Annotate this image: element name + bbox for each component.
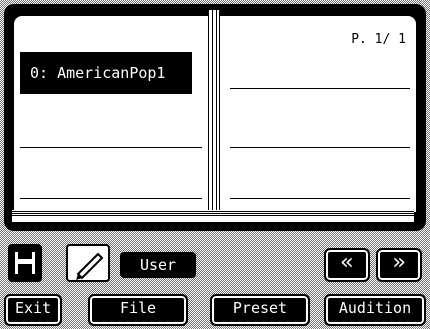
exit-button[interactable]: Exit [4,294,62,326]
divider [20,147,202,148]
book-spine [208,10,220,222]
audition-button[interactable]: Audition [324,294,426,326]
song-book: 0: AmericanPop1 P. 1/ 1 [4,4,426,231]
page-indicator: P. 1/ 1 [351,32,406,47]
divider [230,88,410,89]
bank-label: User [120,252,196,278]
floppy-disk-icon [13,250,37,276]
page-next-button[interactable]: » [376,248,422,282]
divider [230,198,410,199]
save-button[interactable] [8,244,42,282]
divider [20,198,202,199]
page-prev-button[interactable]: « [324,248,370,282]
preset-button[interactable]: Preset [210,294,310,326]
page-edges [12,210,414,222]
pencil-icon [76,252,104,280]
bottom-button-bar: Exit File Preset Audition [0,286,430,329]
file-button[interactable]: File [88,294,188,326]
list-item-selected[interactable]: 0: AmericanPop1 [20,52,192,94]
edit-button[interactable] [66,244,110,282]
left-page [12,14,212,214]
divider [230,147,410,148]
